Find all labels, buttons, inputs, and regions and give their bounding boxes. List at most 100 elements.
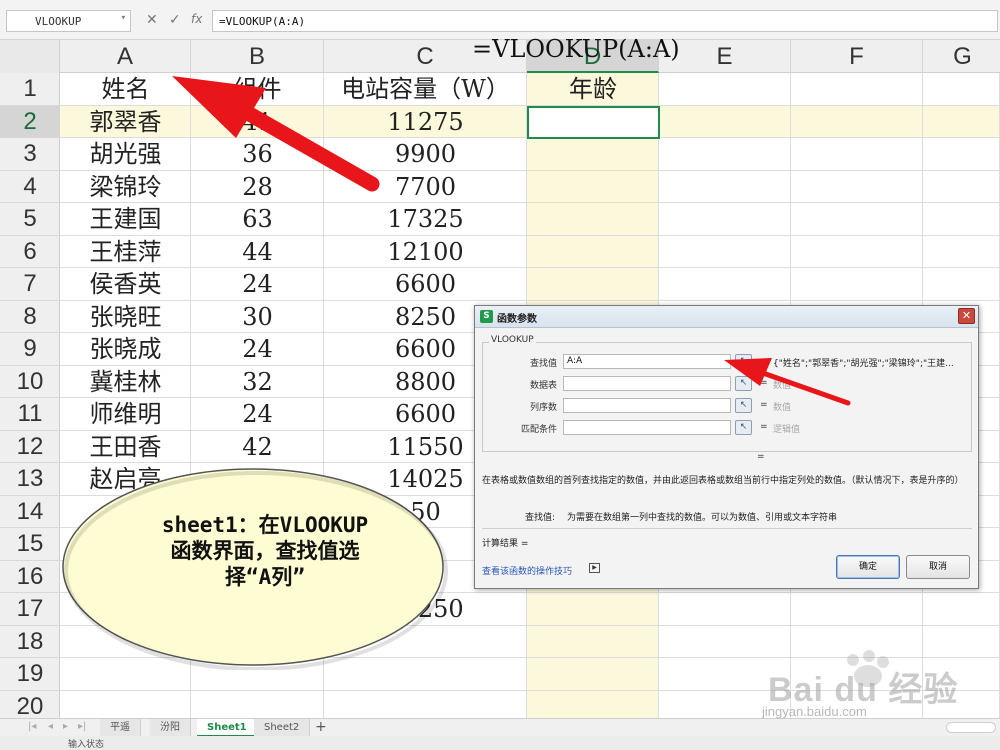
components-cell[interactable]: 44 [191, 236, 324, 269]
column-header-a[interactable]: A [60, 40, 191, 73]
row-header-13[interactable]: 13 [0, 463, 60, 496]
sheet-tab-sheet1[interactable]: Sheet1 [197, 719, 258, 737]
function-arguments-dialog: S 函数参数 ✕ VLOOKUP 查找值 A:A ↖ = {"姓名";"郭翠香";"胡光… [474, 305, 979, 589]
play-video-icon[interactable]: ▶ [589, 563, 600, 573]
capacity-cell[interactable]: 7700 [324, 171, 527, 204]
components-cell[interactable]: 63 [191, 203, 324, 236]
status-text: 输入状态 [68, 740, 105, 750]
row-header-7[interactable]: 7 [0, 268, 60, 301]
row-header-2[interactable]: 2 [0, 105, 60, 138]
components-cell[interactable]: 24 [191, 398, 324, 431]
prev-sheet-icon[interactable]: ◂ [48, 721, 53, 732]
column-header-b[interactable]: B [191, 40, 324, 73]
dialog-title: 函数参数 [497, 314, 537, 325]
cancel-button[interactable]: 取消 [906, 555, 970, 579]
active-cell-border[interactable] [527, 105, 660, 139]
name-cell[interactable]: 胡光强 [60, 138, 191, 171]
confirm-icon[interactable]: ✓ [169, 12, 181, 28]
row-header-19[interactable]: 19 [0, 658, 60, 691]
components-cell[interactable]: 24 [191, 268, 324, 301]
row-header-bar: 1 2 3 4 5 6 7 8 9 10 11 12 13 14 15 16 17 18 19 20 [0, 73, 60, 723]
row-header-18[interactable]: 18 [0, 626, 60, 658]
header-cell-name[interactable]: 姓名 [60, 73, 191, 106]
row-header-16[interactable]: 16 [0, 561, 60, 593]
close-icon[interactable]: ✕ [958, 308, 975, 324]
row-header-17[interactable]: 17 [0, 593, 60, 626]
capacity-cell[interactable]: 9900 [324, 138, 527, 171]
name-cell[interactable]: 侯香英 [60, 268, 191, 301]
header-cell-components[interactable]: 组件 [191, 73, 324, 106]
components-cell[interactable]: 28 [191, 171, 324, 204]
sheet-tab-fenyang[interactable]: 汾阳 [150, 719, 191, 737]
collapse-dialog-icon[interactable]: ↖ [735, 420, 752, 435]
argument-result: 逻辑值 [773, 425, 801, 435]
row-header-12[interactable]: 12 [0, 431, 60, 463]
capacity-cell[interactable]: 12100 [324, 236, 527, 269]
column-header-f[interactable]: F [791, 40, 923, 73]
name-cell[interactable]: 王桂萍 [60, 236, 191, 269]
select-all-corner[interactable] [0, 40, 60, 73]
components-cell[interactable]: 24 [191, 333, 324, 366]
row-header-9[interactable]: 9 [0, 333, 60, 366]
name-cell[interactable]: 冀桂林 [60, 366, 191, 399]
name-cell[interactable]: 梁锦玲 [60, 171, 191, 204]
components-cell[interactable]: 36 [191, 138, 324, 171]
first-sheet-icon[interactable]: |◂ [28, 721, 36, 732]
row-header-10[interactable]: 10 [0, 366, 60, 398]
name-cell[interactable]: 王田香 [60, 431, 191, 464]
formula-input[interactable]: =VLOOKUP(A:A) [212, 10, 998, 32]
argument-equals: = [760, 400, 768, 410]
capacity-cell[interactable]: 17325 [324, 203, 527, 236]
active-cell-value[interactable]: =VLOOKUP(A:A) [472, 33, 680, 66]
name-cell[interactable]: 张晓旺 [60, 301, 191, 334]
name-cell[interactable]: 师维明 [60, 398, 191, 431]
collapse-dialog-icon[interactable]: ↖ [735, 354, 752, 369]
sheet-tab-pingyao[interactable]: 平遥 [100, 719, 141, 737]
add-sheet-icon[interactable]: + [315, 719, 327, 735]
ok-button[interactable]: 确定 [836, 555, 900, 579]
capacity-cell[interactable]: 11275 [324, 106, 527, 139]
status-bar: 输入状态 [0, 736, 1000, 750]
argument-label: 匹配条件 [520, 425, 557, 435]
argument-equals: = [760, 378, 768, 388]
argument-input[interactable] [563, 376, 731, 391]
function-result-equals: = [757, 452, 765, 462]
cancel-icon[interactable]: ✕ [146, 12, 158, 28]
callout-line-3: 择“A列” [225, 565, 305, 589]
row-header-15[interactable]: 15 [0, 528, 60, 561]
row-header-1[interactable]: 1 [0, 73, 60, 106]
row-header-8[interactable]: 8 [0, 301, 60, 333]
name-cell[interactable]: 郭翠香 [60, 106, 191, 139]
dialog-title-bar[interactable]: S 函数参数 ✕ [475, 306, 978, 328]
components-cell[interactable]: 42 [191, 431, 324, 464]
row-header-3[interactable]: 3 [0, 138, 60, 171]
chevron-down-icon[interactable]: ▾ [121, 13, 126, 23]
collapse-dialog-icon[interactable]: ↖ [735, 398, 752, 413]
next-sheet-icon[interactable]: ▸ [63, 721, 68, 732]
components-cell[interactable]: 32 [191, 366, 324, 399]
row-header-6[interactable]: 6 [0, 236, 60, 268]
argument-input[interactable] [563, 398, 731, 413]
name-cell[interactable]: 王建国 [60, 203, 191, 236]
row-header-14[interactable]: 14 [0, 496, 60, 528]
column-header-g[interactable]: G [923, 40, 1000, 73]
collapse-dialog-icon[interactable]: ↖ [735, 376, 752, 391]
sheet-tab-sheet2[interactable]: Sheet2 [254, 719, 311, 737]
name-cell[interactable]: 张晓成 [60, 333, 191, 366]
row-header-11[interactable]: 11 [0, 398, 60, 431]
header-cell-age[interactable]: 年龄 [527, 73, 659, 106]
argument-input[interactable]: A:A [563, 354, 731, 369]
help-link[interactable]: 查看该函数的操作技巧 [482, 564, 572, 577]
components-cell[interactable]: 41 [191, 106, 324, 139]
wps-logo-icon: S [480, 310, 493, 323]
fx-icon[interactable]: fx [191, 12, 202, 26]
name-box[interactable]: VLOOKUP ▾ [6, 10, 131, 32]
argument-input[interactable] [563, 420, 731, 435]
header-cell-capacity[interactable]: 电站容量（W） [324, 73, 527, 106]
last-sheet-icon[interactable]: ▸| [78, 721, 86, 732]
capacity-cell[interactable]: 6600 [324, 268, 527, 301]
row-header-5[interactable]: 5 [0, 203, 60, 236]
row-header-4[interactable]: 4 [0, 171, 60, 203]
components-cell[interactable]: 30 [191, 301, 324, 334]
callout-line-2: 函数界面，查找值选 [170, 539, 360, 563]
